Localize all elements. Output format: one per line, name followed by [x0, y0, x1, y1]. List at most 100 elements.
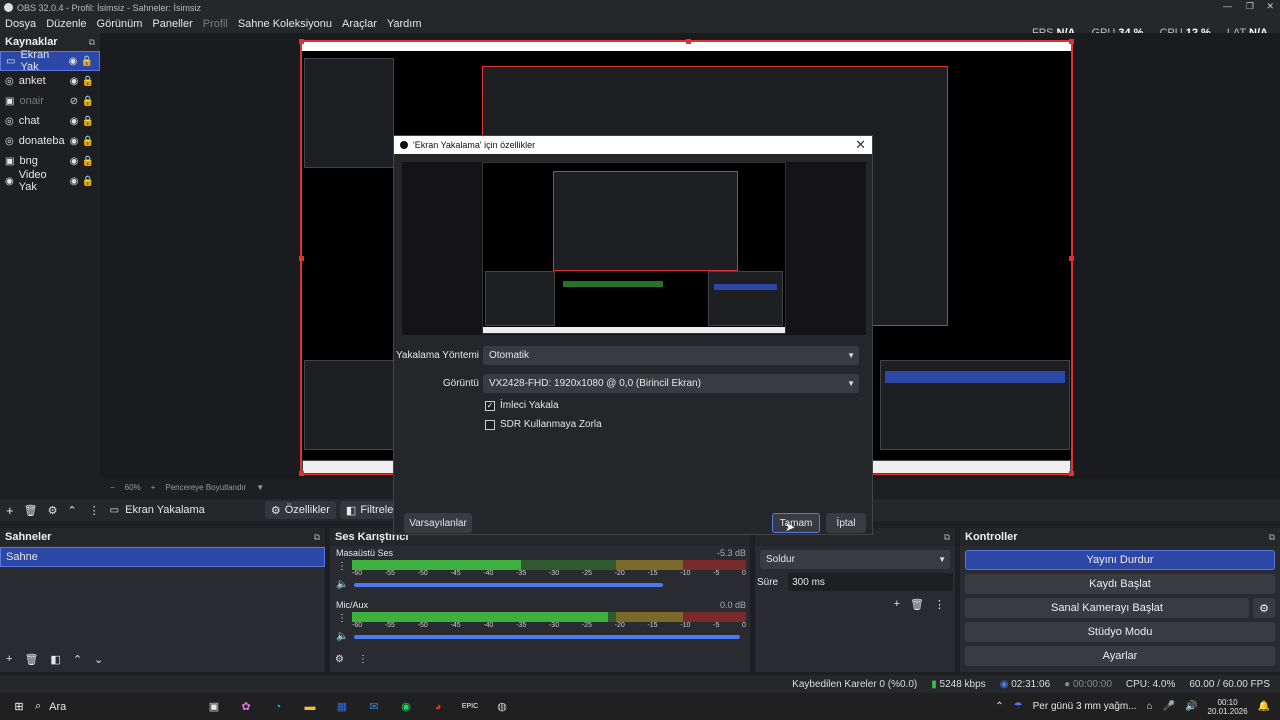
eye-icon[interactable]: ◉	[67, 136, 81, 147]
start-record-button[interactable]: Kaydı Başlat	[965, 574, 1275, 594]
remove-scene-icon[interactable]: 🗑	[24, 653, 38, 666]
lock-icon[interactable]: 🔒	[81, 136, 95, 147]
resize-handle[interactable]	[299, 39, 304, 44]
gear-icon[interactable]: ⚙	[1253, 598, 1275, 618]
chevron-up-icon[interactable]: ⌃	[995, 701, 1003, 712]
taskbar-search[interactable]: ⌕ Ara	[35, 700, 185, 713]
clock[interactable]: 00:10 20.01.2026	[1208, 698, 1248, 716]
volume-slider[interactable]	[354, 583, 663, 587]
windows-start-icon[interactable]: ⊞	[10, 698, 28, 716]
capture-cursor-checkbox[interactable]: ✓ İmleci Yakala	[485, 400, 559, 411]
studio-mode-button[interactable]: Stüdyo Modu	[965, 622, 1275, 642]
weather-text[interactable]: Per günü 3 mm yağm...	[1033, 701, 1137, 712]
source-item[interactable]: ◉ Video Yak ◉ 🔒	[0, 169, 100, 193]
sdr-checkbox[interactable]: SDR Kullanmaya Zorla	[485, 419, 602, 430]
more-icon[interactable]: ⋮	[337, 613, 347, 624]
more-icon[interactable]: ⋮	[337, 561, 347, 572]
minimize-icon[interactable]: —	[1223, 1, 1232, 11]
display-select[interactable]: VX2428-FHD: 1920x1080 @ 0,0 (Birincil Ek…	[483, 373, 859, 393]
undock-icon[interactable]: ⧉	[944, 532, 950, 543]
stop-stream-button[interactable]: Yayını Durdur	[965, 550, 1275, 570]
network-icon[interactable]: ⌂	[1147, 701, 1153, 712]
maximize-icon[interactable]: ❐	[1246, 1, 1254, 12]
menu-dosya[interactable]: Dosya	[0, 18, 41, 30]
more-icon[interactable]: ⋮	[358, 654, 368, 665]
zoom-in-icon[interactable]: +	[151, 483, 156, 492]
scene-filter-icon[interactable]: ◧	[50, 653, 60, 666]
checkbox-box[interactable]	[485, 419, 495, 430]
move-up-icon[interactable]: ⌃	[73, 653, 82, 666]
speaker-icon[interactable]: 🔈	[336, 631, 348, 642]
notification-icon[interactable]: 🔔	[1258, 701, 1270, 712]
outlook-icon[interactable]: ✉	[365, 698, 383, 716]
defaults-button[interactable]: Varsayılanlar	[404, 513, 472, 533]
menu-paneller[interactable]: Paneller	[147, 18, 197, 30]
lock-icon[interactable]: 🔒	[81, 96, 95, 107]
start-virtualcam-button[interactable]: Sanal Kamerayı Başlat	[965, 598, 1249, 618]
resize-handle[interactable]	[686, 39, 691, 44]
resize-handle[interactable]	[1069, 39, 1074, 44]
edge-icon[interactable]: ◔	[269, 698, 287, 716]
menu-profil[interactable]: Profil	[198, 18, 233, 30]
resize-handle[interactable]	[299, 471, 304, 476]
task-view-icon[interactable]: ▣	[205, 698, 223, 716]
undock-icon[interactable]: ⧉	[89, 37, 95, 48]
speaker-icon[interactable]: 🔈	[336, 579, 348, 590]
undock-icon[interactable]: ⧉	[1269, 532, 1275, 543]
add-scene-icon[interactable]: +	[6, 653, 12, 666]
chevron-down-icon[interactable]: ▼	[256, 483, 264, 492]
source-item[interactable]: ◎ donateba ◉ 🔒	[0, 131, 100, 151]
cancel-button[interactable]: İptal	[826, 513, 866, 533]
file-explorer-icon[interactable]: ▬	[301, 698, 319, 716]
menu-yardim[interactable]: Yardım	[382, 18, 427, 30]
resize-handle[interactable]	[299, 256, 304, 261]
menu-duzenle[interactable]: Düzenle	[41, 18, 91, 30]
mixer-settings-icon[interactable]: ⚙	[335, 654, 344, 665]
lock-icon[interactable]: 🔒	[81, 116, 95, 127]
resize-handle[interactable]	[1069, 256, 1074, 261]
close-icon[interactable]: ✕	[855, 137, 866, 153]
eye-off-icon[interactable]: ⊘	[67, 96, 81, 107]
ok-button[interactable]: Tamam	[772, 513, 820, 533]
source-item[interactable]: ▭ Ekran Yak ◉ 🔒	[0, 49, 100, 73]
properties-button[interactable]: ⚙ Özellikler	[264, 501, 336, 519]
source-item[interactable]: ▣ bng ◉ 🔒	[0, 151, 100, 171]
zoom-out-icon[interactable]: −	[110, 483, 115, 492]
source-settings-icon[interactable]: ⚙	[48, 504, 58, 517]
speaker-icon[interactable]: 🔊	[1185, 701, 1197, 712]
lock-icon[interactable]: 🔒	[81, 176, 95, 187]
move-down-icon[interactable]: ⌄	[94, 653, 103, 666]
close-window-icon[interactable]: ✕	[1266, 1, 1274, 12]
lock-icon[interactable]: 🔒	[81, 156, 95, 167]
menu-sahne-koleksiyonu[interactable]: Sahne Koleksiyonu	[233, 18, 337, 30]
eye-icon[interactable]: ◉	[67, 116, 81, 127]
volume-slider[interactable]	[354, 635, 740, 639]
undock-icon[interactable]: ⧉	[314, 532, 320, 543]
eye-icon[interactable]: ◉	[67, 156, 81, 167]
source-item[interactable]: ◎ anket ◉ 🔒	[0, 71, 100, 91]
remove-transition-icon[interactable]: 🗑	[910, 598, 924, 611]
source-item[interactable]: ▣ onair ⊘ 🔒	[0, 91, 100, 111]
microphone-icon[interactable]: 🎤	[1163, 701, 1175, 712]
capture-method-select[interactable]: Otomatik ▼	[483, 345, 859, 365]
resize-handle[interactable]	[1069, 471, 1074, 476]
spotify-icon[interactable]: ◉	[397, 698, 415, 716]
move-up-icon[interactable]: ⌃	[67, 504, 76, 517]
menu-gorunum[interactable]: Görünüm	[92, 18, 148, 30]
transition-select[interactable]: Soldur ▼	[760, 550, 950, 569]
more-icon[interactable]: ⋮	[934, 598, 945, 611]
epic-games-icon[interactable]: EPIC	[461, 698, 479, 716]
eye-icon[interactable]: ◉	[67, 76, 81, 87]
add-transition-icon[interactable]: +	[894, 598, 900, 611]
menu-araclar[interactable]: Araçlar	[337, 18, 382, 30]
lock-icon[interactable]: 🔒	[80, 56, 94, 67]
more-icon[interactable]: ⋮	[89, 504, 100, 517]
copilot-icon[interactable]: ✿	[237, 698, 255, 716]
scene-item[interactable]: Sahne	[0, 547, 325, 567]
chrome-icon[interactable]: ◕	[429, 698, 447, 716]
eye-icon[interactable]: ◉	[66, 56, 80, 67]
duration-input[interactable]: 300 ms	[788, 573, 953, 591]
checkbox-box[interactable]: ✓	[485, 400, 495, 411]
fit-window-button[interactable]: Pencereye Boyutlandır	[165, 483, 246, 492]
settings-button[interactable]: Ayarlar	[965, 646, 1275, 666]
